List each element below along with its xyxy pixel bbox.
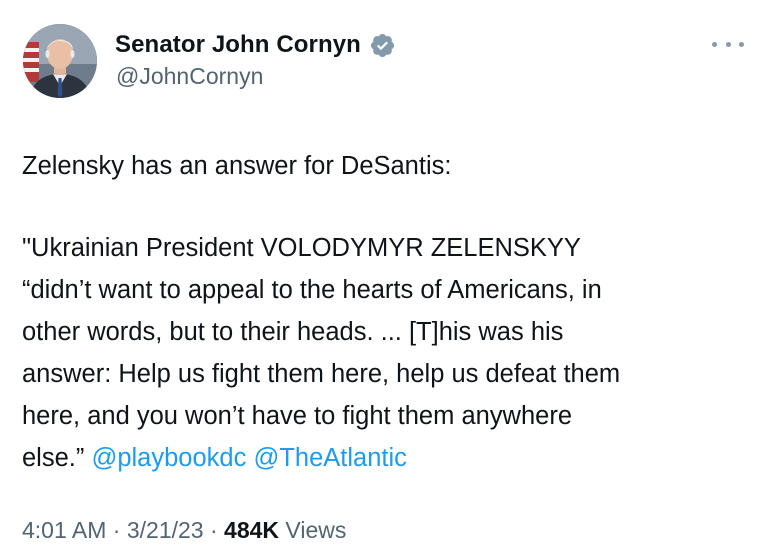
more-options-icon[interactable] <box>712 34 744 54</box>
views-count: 484K <box>224 517 280 543</box>
more-dot <box>739 41 744 47</box>
tweet-time[interactable]: 4:01 AM <box>22 517 106 543</box>
meta-separator: · <box>209 517 218 543</box>
author-display-name[interactable]: Senator John Cornyn <box>115 31 361 59</box>
avatar-photo <box>23 24 97 98</box>
avatar[interactable] <box>23 24 97 98</box>
tweet-meta: 4:01 AM · 3/21/23 · 484K Views <box>22 517 346 544</box>
tweet-card: Senator John Cornyn @JohnCornyn Zelensky… <box>0 0 768 559</box>
quote-line: “didn’t want to appeal to the hearts of … <box>22 276 602 304</box>
more-dot <box>712 41 717 47</box>
quote-line: other words, but to their heads. ... [T]… <box>22 318 564 346</box>
tweet-text: Zelensky has an answer for DeSantis: "Uk… <box>22 145 752 479</box>
mention-link-playbookdc[interactable]: @playbookdc <box>91 444 246 472</box>
quote-last-line: else.” @playbookdc @TheAtlantic <box>22 437 752 479</box>
tweet-intro-line: Zelensky has an answer for DeSantis: <box>22 152 452 180</box>
verified-badge-icon <box>369 32 396 59</box>
meta-separator: · <box>112 517 121 543</box>
quote-line: "Ukrainian President VOLODYMYR ZELENSKYY <box>22 234 581 262</box>
mention-link-theatlantic[interactable]: @TheAtlantic <box>253 444 406 472</box>
author-handle[interactable]: @JohnCornyn <box>116 63 263 90</box>
quote-last-text: else.” <box>22 444 92 472</box>
views-label: Views <box>285 517 347 543</box>
quote-line: here, and you won’t have to fight them a… <box>22 402 573 430</box>
tweet-date[interactable]: 3/21/23 <box>127 517 204 543</box>
more-dot <box>725 41 731 47</box>
quote-line: answer: Help us fight them here, help us… <box>22 360 621 388</box>
author-name-row: Senator John Cornyn <box>115 29 396 61</box>
